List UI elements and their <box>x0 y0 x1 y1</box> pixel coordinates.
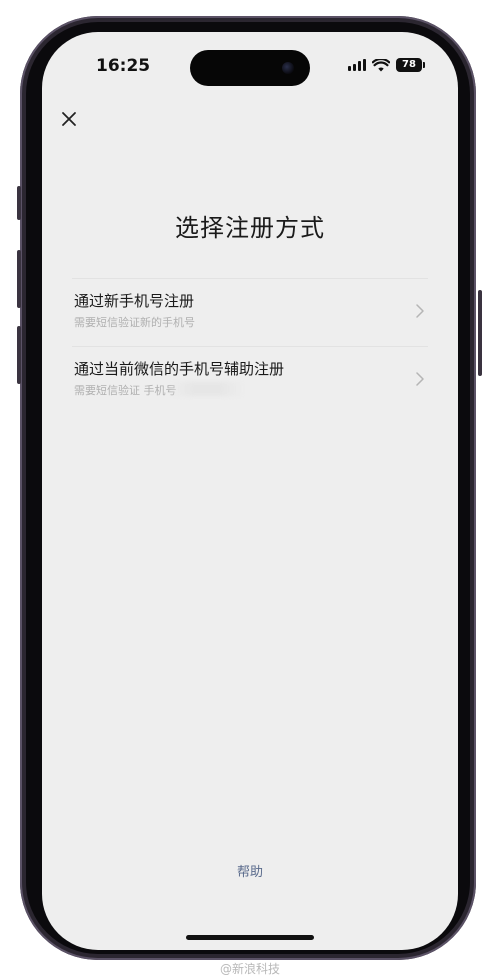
chevron-right-icon <box>416 304 424 318</box>
help-link[interactable]: 帮助 <box>42 861 458 880</box>
register-new-phone-option[interactable]: 通过新手机号注册 需要短信验证新的手机号 <box>72 278 428 344</box>
watermark: @新浪科技 <box>219 962 280 976</box>
wifi-icon <box>372 58 390 71</box>
redacted-blur <box>172 382 242 396</box>
chevron-right-icon <box>416 372 424 386</box>
volume-up-button <box>17 250 21 308</box>
camera-icon <box>282 62 294 74</box>
dynamic-island <box>190 50 310 86</box>
option-label: 通过当前微信的手机号辅助注册 <box>74 360 285 378</box>
option-subtext: 需要短信验证 手机号 <box>74 384 177 397</box>
option-subtext: 需要短信验证新的手机号 <box>74 316 195 329</box>
power-button <box>478 290 482 376</box>
volume-down-button <box>17 326 21 384</box>
status-time: 16:25 <box>96 56 151 76</box>
action-button <box>17 186 21 220</box>
home-indicator <box>186 935 314 940</box>
register-current-wechat-phone-option[interactable]: 通过当前微信的手机号辅助注册 需要短信验证 手机号 <box>72 346 428 412</box>
option-label: 通过新手机号注册 <box>74 292 195 310</box>
page-title: 选择注册方式 <box>175 214 325 242</box>
screen: 16:25 78 选择注册方式 通过新手机号注册 需要短信验证新的手机号 通过当… <box>42 32 458 950</box>
close-icon[interactable] <box>58 108 80 130</box>
status-icons: 78 <box>348 58 425 72</box>
battery-icon: 78 <box>396 58 425 72</box>
signal-icon <box>348 59 366 71</box>
